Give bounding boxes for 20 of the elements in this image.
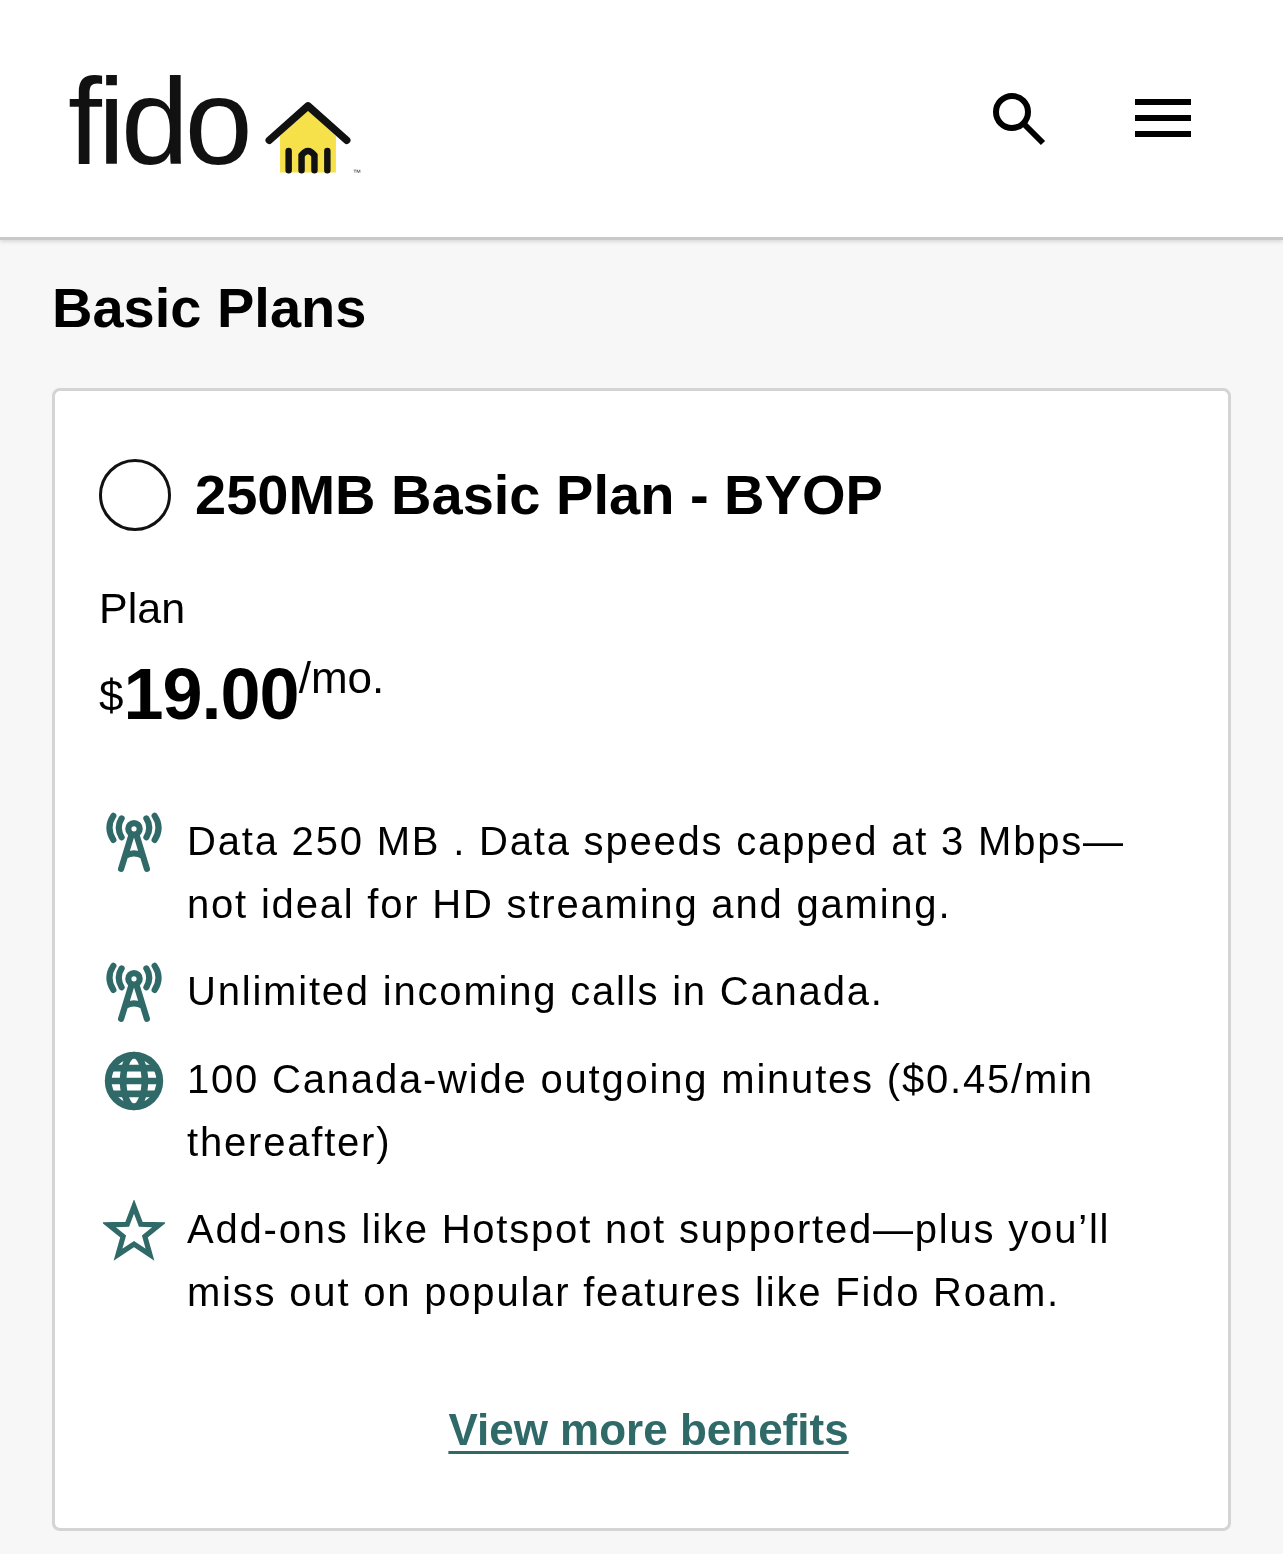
signal-tower-icon: [103, 962, 165, 1024]
feature-text: Data 250 MB . Data speeds capped at 3 Mbps—not ideal for HD streaming and gaming.: [187, 818, 1126, 928]
feature-text: Add-ons like Hotspot not supported—plus you’ll miss out on popular features like Fido Roam.: [187, 1206, 1112, 1316]
plan-label: Plan: [99, 587, 187, 630]
search-icon[interactable]: [991, 90, 1047, 147]
price-period: /mo.: [298, 656, 385, 700]
feature-text: Unlimited incoming calls in Canada.: [187, 968, 884, 1015]
menu-icon[interactable]: [1135, 98, 1191, 139]
price-amount: 19.00: [123, 658, 299, 730]
price-currency: $: [99, 674, 124, 718]
trademark-symbol: ™: [352, 168, 361, 177]
star-icon: [103, 1200, 165, 1262]
feature-text: 100 Canada-wide outgoing minutes ($0.45/min thereafter): [187, 1056, 1095, 1166]
logo-wordmark[interactable]: fido: [68, 60, 249, 183]
radio-button[interactable]: [99, 459, 171, 531]
page-title: Basic Plans: [52, 280, 368, 336]
signal-tower-icon: [103, 812, 165, 874]
plan-name: 250MB Basic Plan - BYOP: [195, 467, 883, 523]
globe-icon: [103, 1050, 165, 1112]
view-more-benefits-link[interactable]: View more benefits: [448, 1408, 849, 1452]
